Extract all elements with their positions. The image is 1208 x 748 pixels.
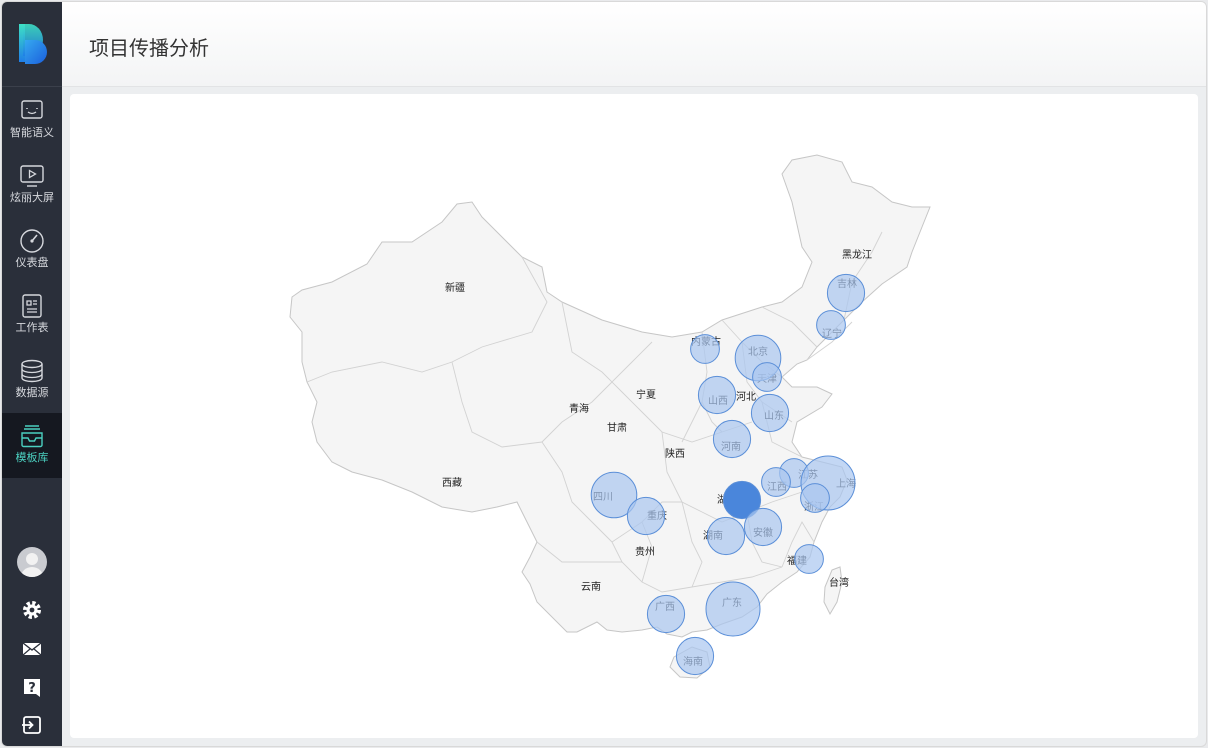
bubble-江西[interactable] [761, 467, 791, 497]
bubble-重庆[interactable] [626, 496, 666, 536]
label-heilongjiang: 黑龙江 [842, 248, 872, 261]
bubble-海南[interactable] [675, 636, 715, 676]
page-title: 项目传播分析 [89, 36, 209, 60]
label-yunnan: 云南 [581, 580, 601, 593]
sidebar-item-gauge[interactable]: 仪表盘 [2, 218, 62, 283]
help-icon[interactable]: ? [21, 677, 43, 699]
settings-icon[interactable] [21, 599, 43, 621]
sidebar-item-label: 数据源 [15, 386, 49, 399]
bubble-安徽[interactable] [743, 507, 783, 547]
template-tray-icon [21, 425, 43, 448]
sidebar-item-label: 工作表 [15, 321, 49, 334]
bubble-浙江[interactable] [800, 483, 830, 513]
smile-chat-icon [21, 100, 43, 119]
sidebar-item-label: 炫丽大屏 [10, 191, 54, 204]
sidebar-item-smart-semantics[interactable]: 智能语义 [2, 88, 62, 153]
bubble-山东[interactable] [750, 393, 790, 433]
logo-icon [19, 24, 47, 64]
label-xinjiang: 新疆 [445, 281, 465, 294]
bubble-内蒙古[interactable] [690, 334, 720, 364]
svg-text:?: ? [28, 681, 36, 696]
page-header: 项目传播分析 [62, 2, 1206, 87]
label-qinghai: 青海 [569, 402, 589, 415]
bubble-湖南[interactable] [706, 516, 746, 556]
sidebar-item-datasource[interactable]: 数据源 [2, 348, 62, 413]
logout-icon[interactable] [21, 714, 43, 736]
sidebar-item-label: 仪表盘 [15, 256, 49, 269]
bubble-天津[interactable] [752, 362, 782, 392]
bubble-吉林[interactable] [826, 273, 866, 313]
gauge-icon [20, 229, 44, 253]
worksheet-icon [22, 294, 42, 318]
bubble-广东[interactable] [705, 581, 761, 637]
play-screen-icon [20, 165, 44, 187]
sidebar-item-label: 智能语义 [10, 126, 54, 139]
map-panel: 新疆 西藏 青海 甘肃 宁夏 内蒙古 黑龙江 吉林 辽宁 北京 天津 河北 山西… [70, 94, 1198, 738]
label-shaanxi: 陕西 [665, 447, 685, 460]
bubble-福建[interactable] [794, 544, 824, 574]
bubble-河南[interactable] [712, 419, 752, 459]
label-ningxia: 宁夏 [636, 388, 656, 401]
sidebar: 智能语义 炫丽大屏 仪表盘 工作表 数据源 模板库 ? [2, 2, 62, 746]
bubble-广西[interactable] [646, 594, 686, 634]
avatar[interactable] [17, 547, 47, 577]
database-icon [21, 359, 43, 383]
label-xizang: 西藏 [442, 477, 462, 489]
label-taiwan: 台湾 [829, 576, 849, 589]
app-logo[interactable] [2, 2, 62, 87]
sidebar-item-dashboard-screen[interactable]: 炫丽大屏 [2, 153, 62, 218]
label-guizhou: 贵州 [635, 545, 655, 558]
china-outline [289, 154, 931, 638]
sidebar-item-label: 模板库 [15, 451, 49, 464]
bubble-辽宁[interactable] [816, 310, 846, 340]
app-window: 智能语义 炫丽大屏 仪表盘 工作表 数据源 模板库 ? 项目传播分析 新疆 西藏… [1, 1, 1207, 747]
mail-icon[interactable] [21, 638, 43, 660]
bubble-山西[interactable] [697, 375, 737, 415]
label-gansu: 甘肃 [607, 421, 627, 434]
china-map[interactable]: 新疆 西藏 青海 甘肃 宁夏 内蒙古 黑龙江 吉林 辽宁 北京 天津 河北 山西… [70, 94, 1198, 738]
sidebar-item-worksheet[interactable]: 工作表 [2, 283, 62, 348]
user-avatar-icon [21, 553, 43, 577]
sidebar-item-template-library[interactable]: 模板库 [2, 413, 62, 478]
taiwan-island [823, 566, 843, 616]
label-hebei: 河北 [736, 391, 756, 403]
